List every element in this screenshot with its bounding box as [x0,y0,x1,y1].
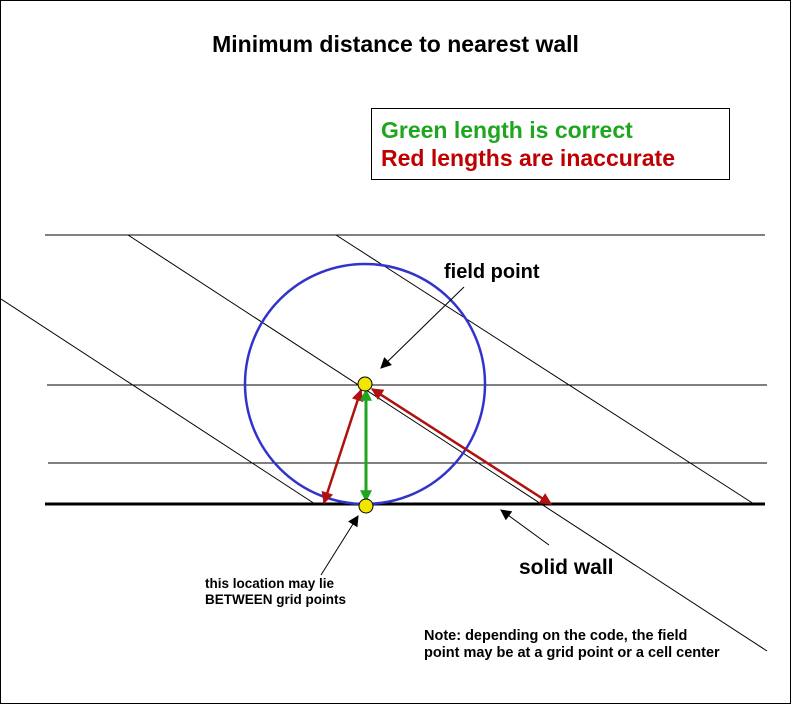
diagonal-line-left [1,298,316,505]
diagonal-line-right [335,234,755,505]
field-point-pointer [380,286,465,369]
legend-box: Green length is correct Red lengths are … [371,108,730,180]
field-point-marker [357,376,373,392]
red-arrow-right [370,387,553,506]
field-point-label: field point [444,261,540,283]
legend-inaccurate-text: Red lengths are inaccurate [381,145,675,171]
between-label-line-1: this location may lie [205,576,335,591]
red-arrow-left [321,388,364,505]
note-line-1: Note: depending on the code, the field [424,628,688,644]
note-line-2: point may be at a grid point or a cell c… [424,645,720,661]
note-label: Note: depending on the code, the field p… [424,628,720,662]
between-grid-points-label: this location may lie BETWEEN grid point… [205,576,346,608]
diagram-canvas: Minimum distance to nearest wall Green l… [0,0,791,704]
between-label-line-2: BETWEEN grid points [205,592,346,607]
diagram-title: Minimum distance to nearest wall [212,31,579,57]
solid-wall-label: solid wall [519,556,614,579]
solid-wall-pointer [500,509,550,546]
wall-point-marker [358,498,374,514]
legend-correct-text: Green length is correct [381,117,633,143]
between-pointer [320,515,359,576]
diagram-graphic [1,234,768,652]
